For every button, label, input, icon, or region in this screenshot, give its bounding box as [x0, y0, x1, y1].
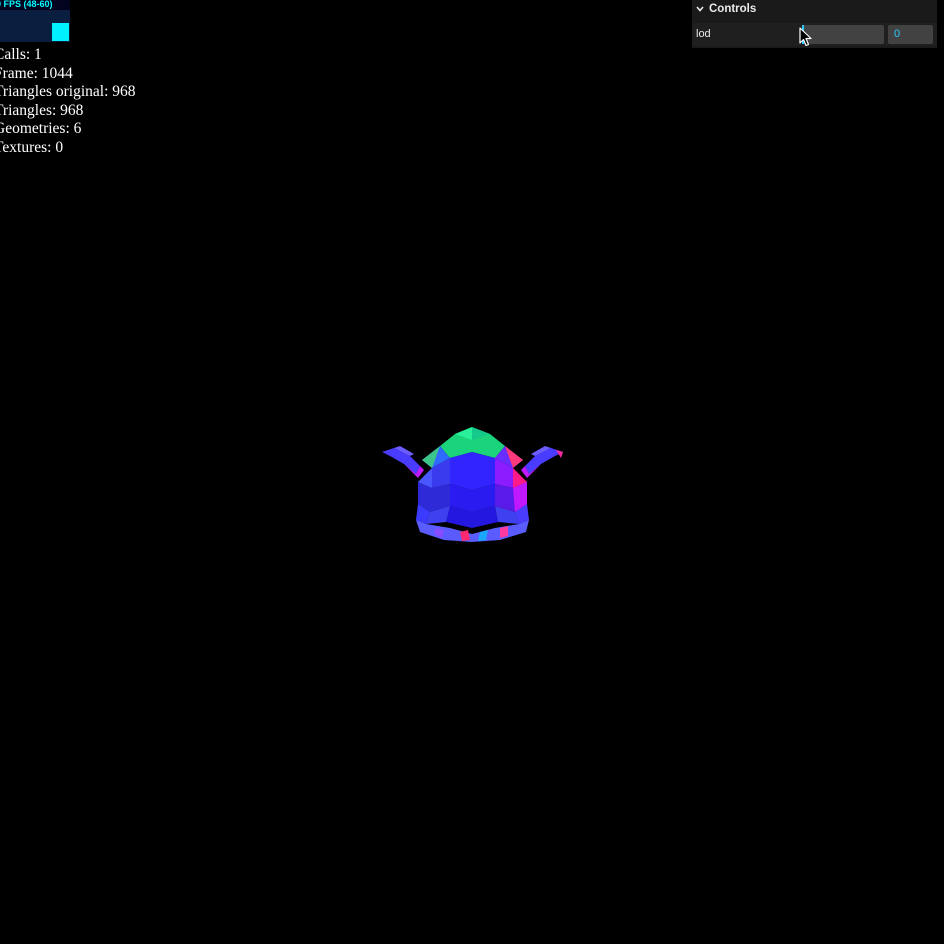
controls-header[interactable]: Controls — [692, 0, 937, 17]
info-triangles: Triangles: 968 — [0, 101, 84, 119]
renderer-info: Calls: 1 Frame: 1044 Triangles original:… — [0, 46, 136, 157]
fps-label: 0 FPS (48-60) — [0, 0, 53, 9]
mouse-cursor-icon — [799, 27, 812, 47]
chevron-down-icon — [696, 4, 706, 14]
lod-slider[interactable] — [802, 25, 884, 44]
lod-control-row: lod 0 — [692, 23, 937, 46]
info-textures: Textures: 0 — [0, 138, 64, 156]
helmet-3d-model[interactable] — [380, 424, 565, 546]
info-frame: Frame: 1044 — [0, 64, 73, 82]
info-calls: Calls: 1 — [0, 46, 42, 63]
info-geometries: Geometries: 6 — [0, 120, 82, 137]
lod-label: lod — [696, 28, 711, 40]
info-triangles-original: Triangles original: 968 — [0, 83, 136, 100]
controls-title: Controls — [709, 2, 757, 15]
controls-panel: Controls lod 0 — [692, 0, 937, 48]
lod-value-input[interactable]: 0 — [888, 25, 933, 44]
fps-graph-bar — [52, 23, 69, 41]
fps-stats-panel[interactable]: 0 FPS (48-60) — [0, 0, 70, 42]
